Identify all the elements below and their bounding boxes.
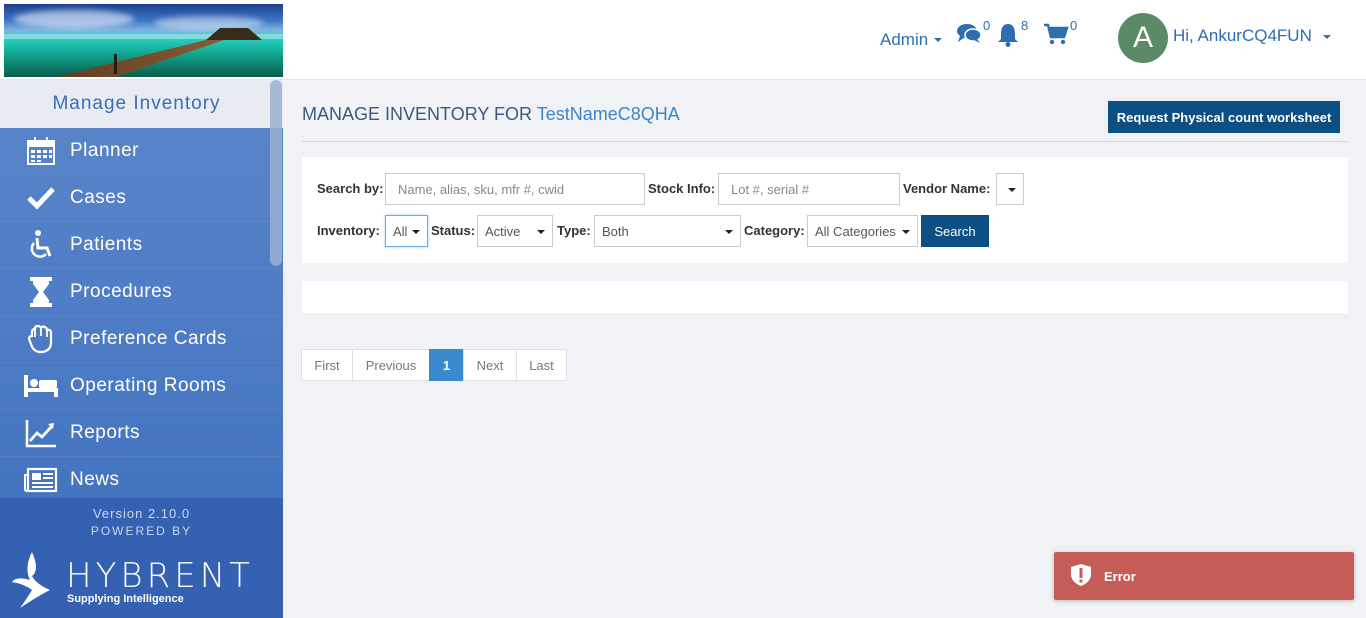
filter-panel: Search by: Name, alias, sku, mfr #, cwid… (302, 157, 1348, 263)
toast-message: Error (1104, 568, 1136, 584)
pagination-previous[interactable]: Previous (352, 349, 430, 381)
admin-menu[interactable]: Admin (880, 0, 943, 80)
type-label: Type: (557, 223, 591, 238)
inventory-select[interactable]: All (385, 215, 428, 247)
vendor-name-select[interactable] (996, 173, 1024, 205)
sidebar-item-cases[interactable]: Cases (0, 175, 283, 222)
chevron-down-icon (412, 230, 420, 234)
vendor-name-label: Vendor Name: (903, 181, 991, 196)
sidebar-item-label: Cases (70, 187, 127, 208)
pagination: First Previous 1 Next Last (301, 349, 567, 381)
category-label: Category: (744, 223, 805, 238)
request-worksheet-button[interactable]: Request Physical count worksheet (1108, 101, 1340, 133)
error-toast[interactable]: Error (1054, 552, 1354, 600)
newspaper-icon (21, 463, 61, 497)
status-select[interactable]: Active (477, 215, 553, 247)
powered-by-label: POWERED BY (90, 524, 193, 538)
page-title: MANAGE INVENTORY FOR TestNameC8QHA (302, 104, 680, 125)
bed-icon (21, 369, 61, 403)
sidebar-item-procedures[interactable]: Procedures (0, 269, 283, 316)
sidebar-item-label: Preference Cards (70, 328, 227, 349)
page-title-prefix: MANAGE INVENTORY FOR (302, 104, 533, 124)
title-divider (302, 141, 1348, 142)
wheelchair-icon (21, 228, 61, 262)
checkmark-icon (21, 181, 61, 215)
sidebar-item-planner[interactable]: Planner (0, 128, 283, 175)
pagination-first[interactable]: First (301, 349, 353, 381)
sidebar-item-news[interactable]: News (0, 457, 283, 504)
results-panel (302, 281, 1348, 313)
messages-count: 0 (983, 18, 991, 33)
inventory-value: All (393, 223, 408, 239)
category-select[interactable]: All Categories (807, 215, 918, 247)
hybrent-logo-icon (12, 552, 50, 608)
chevron-down-icon (537, 230, 545, 234)
cart-count: 0 (1070, 18, 1078, 33)
status-value: Active (485, 223, 521, 239)
brand-name: HYBRENT (66, 556, 254, 596)
user-menu[interactable]: Hi, AnkurCQ4FUN (1173, 26, 1331, 46)
line-chart-icon (21, 416, 61, 450)
pagination-current[interactable]: 1 (429, 349, 464, 381)
top-header: Admin 0 8 0 A Hi, AnkurCQ4FUN (0, 0, 1366, 80)
page-title-location: TestNameC8QHA (536, 104, 680, 124)
sidebar-item-label: Operating Rooms (70, 375, 227, 396)
cart-button[interactable]: 0 (1043, 18, 1077, 46)
chevron-down-icon (1008, 188, 1016, 192)
sidebar: Manage Inventory Planner Cases Patients … (0, 80, 283, 618)
version-label: Version 2.10.0 (92, 506, 191, 521)
avatar[interactable]: A (1118, 13, 1168, 63)
type-select[interactable]: Both (594, 215, 741, 247)
stock-info-label: Stock Info: (648, 181, 716, 196)
sidebar-title[interactable]: Manage Inventory (0, 80, 283, 128)
chevron-down-icon (934, 38, 943, 42)
notifications-count: 8 (1021, 18, 1029, 33)
search-button[interactable]: Search (921, 215, 989, 247)
hand-icon (21, 322, 61, 356)
banner-image (4, 4, 283, 77)
bell-icon (998, 24, 1018, 47)
hourglass-icon (21, 275, 61, 309)
type-value: Both (602, 223, 629, 239)
shield-alert-icon (1070, 563, 1092, 590)
cart-icon (1044, 23, 1069, 45)
search-by-label: Search by: (317, 181, 384, 196)
pagination-next[interactable]: Next (463, 349, 517, 381)
sidebar-item-reports[interactable]: Reports (0, 410, 283, 457)
notifications-button[interactable]: 8 (996, 18, 1028, 48)
messages-button[interactable]: 0 (956, 18, 990, 44)
stock-info-input[interactable]: Lot #, serial # (718, 173, 900, 205)
chevron-down-icon (1322, 34, 1331, 39)
admin-menu-label[interactable]: Admin (880, 30, 928, 50)
sidebar-item-label: News (70, 469, 120, 490)
sidebar-item-label: Reports (70, 422, 141, 443)
brand-tagline: Supplying Intelligence (67, 593, 184, 605)
pagination-last[interactable]: Last (516, 349, 567, 381)
category-value: All Categories (815, 223, 896, 239)
sidebar-item-operating-rooms[interactable]: Operating Rooms (0, 363, 283, 410)
sidebar-item-patients[interactable]: Patients (0, 222, 283, 269)
sidebar-item-label: Patients (70, 234, 143, 255)
status-label: Status: (431, 223, 476, 238)
inventory-label: Inventory: (317, 223, 380, 238)
chevron-down-icon (725, 230, 733, 234)
calendar-icon (21, 134, 61, 168)
user-greeting[interactable]: Hi, AnkurCQ4FUN (1173, 26, 1312, 45)
chat-bubbles-icon (957, 24, 982, 43)
sidebar-item-label: Planner (70, 140, 139, 161)
search-input[interactable]: Name, alias, sku, mfr #, cwid (385, 173, 645, 205)
chevron-down-icon (902, 230, 910, 234)
sidebar-item-preference-cards[interactable]: Preference Cards (0, 316, 283, 363)
sidebar-footer: Version 2.10.0 POWERED BY HYBRENT Supply… (0, 498, 283, 618)
sidebar-item-label: Procedures (70, 281, 173, 302)
